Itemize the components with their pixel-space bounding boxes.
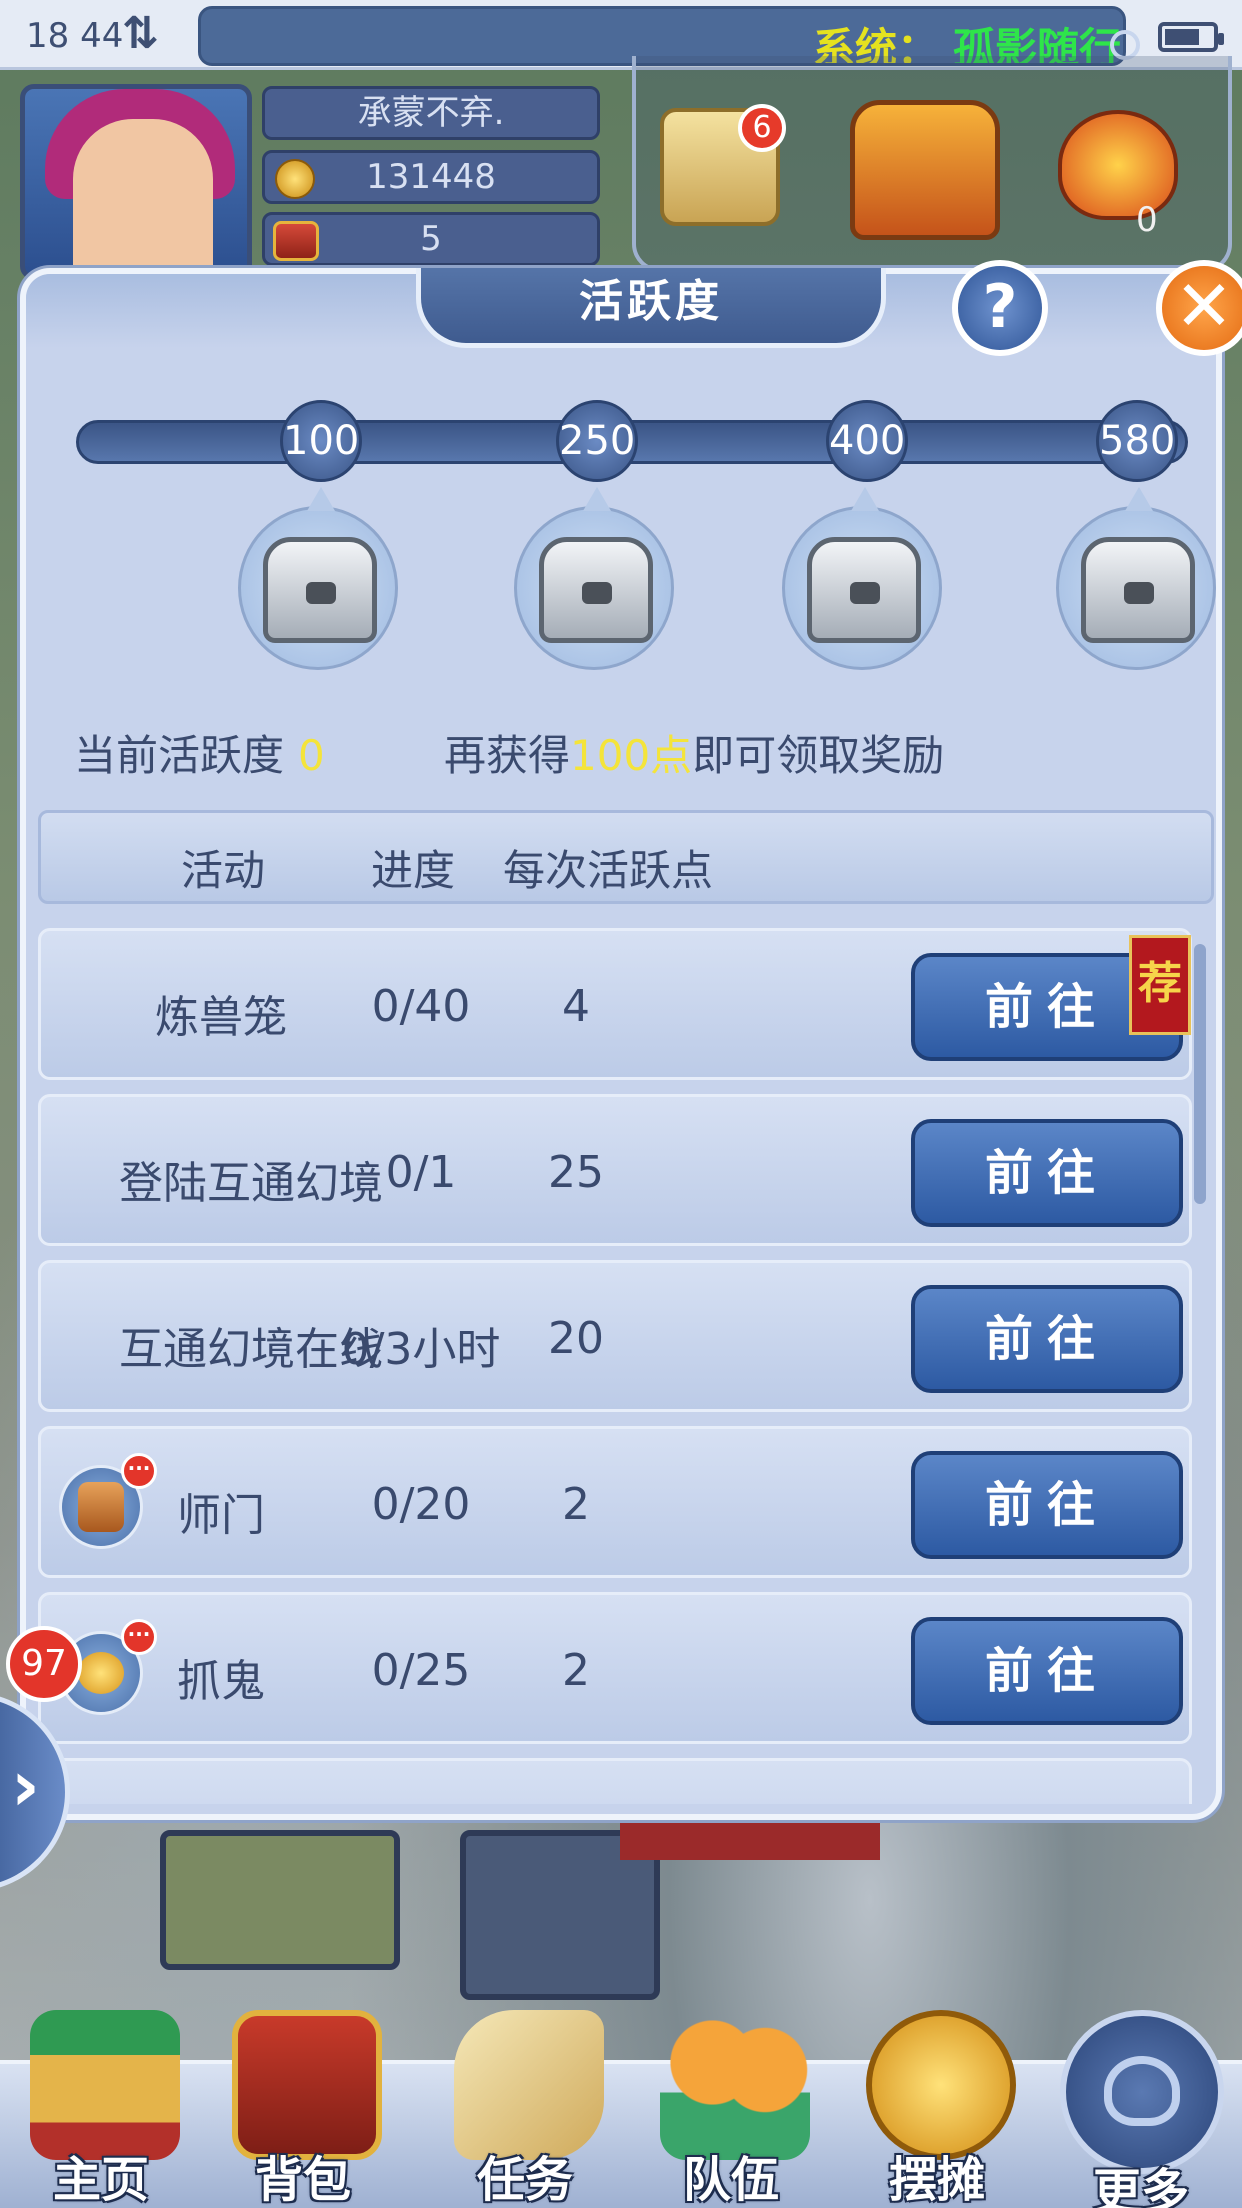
activity-points: 2 — [562, 1479, 590, 1530]
close-button[interactable]: ✕ — [1156, 260, 1242, 356]
silver-chest-icon — [807, 537, 921, 643]
column-activity: 活动 — [181, 846, 266, 895]
activity-progress: 0/3小时 — [341, 1324, 501, 1375]
fire-count: 0 — [1136, 200, 1158, 240]
nav-more-label: 更多 — [1092, 2164, 1189, 2208]
hint-prefix: 再获得 — [444, 731, 571, 780]
chest-count: 5 — [420, 219, 442, 259]
milestone-580: 580 — [1096, 400, 1178, 482]
hint-points: 100点 — [570, 731, 693, 780]
chest-row: 5 — [262, 212, 600, 266]
player-name: 承蒙不弃. — [357, 93, 505, 133]
activity-name: 炼兽笼 — [155, 992, 287, 1043]
reward-chest-580[interactable] — [1056, 487, 1216, 670]
activity-progress: 0/25 — [371, 1645, 471, 1696]
milestone-100: 100 — [280, 400, 362, 482]
column-progress: 进度 — [371, 846, 456, 895]
table-row: 登陆互通幻境 0/1 25 前往 — [38, 1094, 1192, 1246]
reward-chest-400[interactable] — [782, 487, 942, 670]
silver-chest-icon — [539, 537, 653, 643]
go-button[interactable]: 前往 — [911, 1285, 1183, 1393]
table-row: 炼兽笼 0/40 4 前往 荐 — [38, 928, 1192, 1080]
go-button[interactable]: 前往 — [911, 1119, 1183, 1227]
help-button[interactable]: ? — [952, 260, 1048, 356]
avatar-face — [73, 119, 213, 275]
notification-badge: 97 — [6, 1626, 82, 1702]
backpack-chest-icon — [232, 2010, 382, 2160]
table-row: ··· 师门 0/20 2 前往 — [38, 1426, 1192, 1578]
current-activity-label: 当前活跃度 0 — [74, 722, 325, 783]
coin-count: 131448 — [366, 157, 496, 197]
battery-icon — [1158, 22, 1224, 52]
team-icon — [660, 2010, 810, 2160]
activity-name: 抓鬼 — [177, 1656, 265, 1707]
nav-stall[interactable]: 摆摊 — [842, 2000, 1032, 2208]
column-points: 每次活跃点 — [503, 846, 714, 895]
milestone-250: 250 — [556, 400, 638, 482]
activity-points: 2 — [562, 1645, 590, 1696]
nav-more[interactable]: 更多 — [1046, 2012, 1236, 2208]
background-courtyard — [160, 1830, 400, 1970]
activity-points: 20 — [548, 1313, 604, 1364]
home-pavilion-icon — [30, 2010, 180, 2160]
treasure-box-icon[interactable] — [850, 100, 1000, 240]
activity-dialog: 活跃度 ? ✕ 100 250 400 580 当前活跃度 0 再获得100点即可… — [20, 260, 1242, 1820]
quest-scroll-icon — [454, 2010, 604, 2160]
player-avatar[interactable] — [20, 84, 252, 280]
fire-emblem-icon[interactable] — [1058, 110, 1178, 220]
nav-home[interactable]: 主页 — [6, 2000, 196, 2208]
milestone-400: 400 — [826, 400, 908, 482]
dialog-title-plate: 活跃度 — [416, 268, 886, 348]
activity-points: 25 — [548, 1147, 604, 1198]
silver-chest-icon — [263, 537, 377, 643]
go-button[interactable]: 前往 — [911, 1451, 1183, 1559]
chevron-right-icon: › — [11, 1745, 40, 1827]
clock: 18 44 — [26, 16, 124, 56]
activity-progress: 0/1 — [385, 1147, 457, 1198]
treasure-chest-icon — [273, 221, 319, 261]
activity-progress: 0/40 — [371, 981, 471, 1032]
nav-stall-label: 摆摊 — [888, 2152, 985, 2208]
nav-team-label: 队伍 — [682, 2152, 779, 2208]
go-button[interactable]: 前往 — [911, 1617, 1183, 1725]
table-header: 活动 进度 每次活跃点 — [38, 810, 1214, 904]
activity-list[interactable]: 炼兽笼 0/40 4 前往 荐 登陆互通幻境 0/1 25 前往 互通幻境在线 … — [38, 926, 1214, 1804]
reward-chest-100[interactable] — [238, 487, 398, 670]
player-name-field: 承蒙不弃. — [262, 86, 600, 140]
activity-name: 师门 — [177, 1490, 265, 1541]
table-row: 互通幻境在线 0/3小时 20 前往 — [38, 1260, 1192, 1412]
activity-progress: 0/20 — [371, 1479, 471, 1530]
scroll-badge: 6 — [738, 104, 786, 152]
nav-backpack-label: 背包 — [254, 2152, 351, 2208]
current-activity-value: 0 — [298, 731, 325, 780]
nav-quest-label: 任务 — [476, 2152, 573, 2208]
nav-home-label: 主页 — [52, 2152, 149, 2208]
reward-hint: 再获得100点即可领取奖励 — [444, 722, 944, 783]
sync-arrows-icon: ⇅ — [122, 8, 159, 59]
table-row-partial — [38, 1758, 1192, 1804]
reward-chest-250[interactable] — [514, 487, 674, 670]
current-activity-text: 当前活跃度 — [74, 731, 285, 780]
stall-coin-icon — [866, 2010, 1016, 2160]
nav-backpack[interactable]: 背包 — [208, 2000, 398, 2208]
recommend-tag: 荐 — [1129, 935, 1191, 1035]
table-row: ··· 抓鬼 0/25 2 前往 — [38, 1592, 1192, 1744]
coin-icon — [275, 159, 315, 199]
nav-team[interactable]: 队伍 — [636, 2000, 826, 2208]
list-scrollbar[interactable] — [1194, 944, 1206, 1204]
hint-suffix: 即可领取奖励 — [692, 731, 945, 780]
activity-points: 4 — [562, 981, 590, 1032]
silver-chest-icon — [1081, 537, 1195, 643]
dialog-title: 活跃度 — [579, 276, 723, 327]
nav-quest[interactable]: 任务 — [430, 2000, 620, 2208]
coin-row: 131448 — [262, 150, 600, 204]
